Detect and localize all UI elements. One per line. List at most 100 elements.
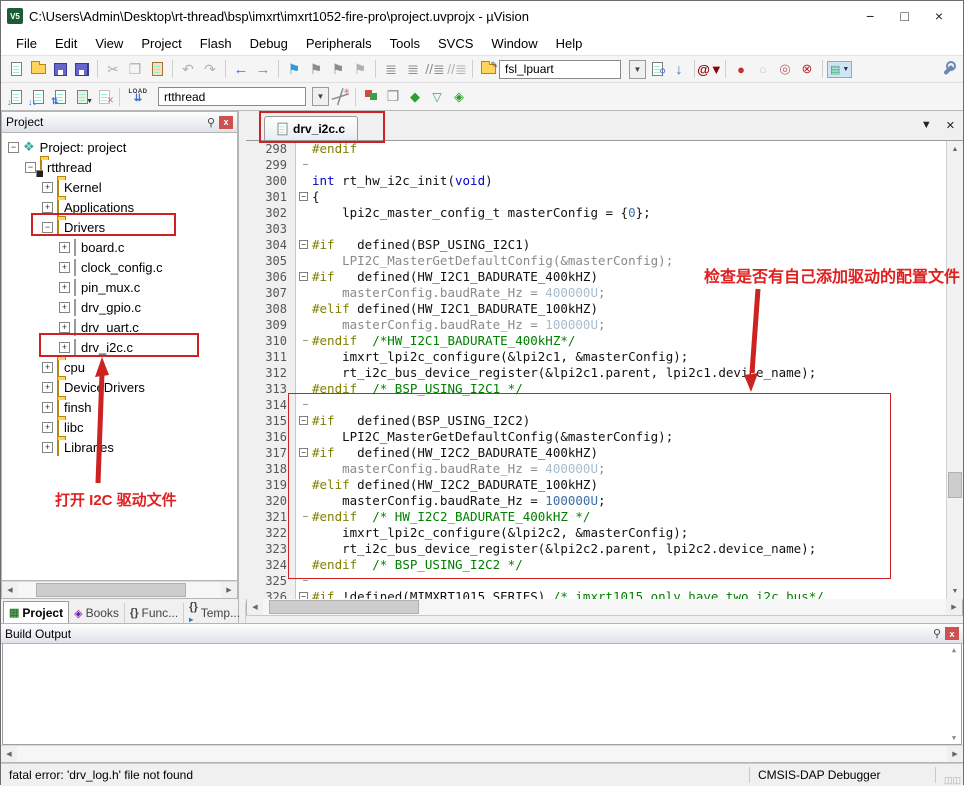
tree-item-libc[interactable]: +libc [2, 417, 237, 437]
bookmark-clear-button[interactable]: ⚑ [349, 59, 371, 79]
scroll-right-icon[interactable]: ▶ [946, 599, 962, 615]
scroll-left-icon[interactable]: ◀ [247, 599, 263, 615]
tab-list-dropdown-icon[interactable]: ▼ [921, 119, 932, 132]
menu-project[interactable]: Project [132, 33, 190, 54]
code-line-316[interactable]: 316 LPI2C_MasterGetDefaultConfig(&master… [246, 429, 963, 445]
code-line-319[interactable]: 319#elif defined(HW_I2C2_BADURATE_100kHZ… [246, 477, 963, 493]
comment-button[interactable]: //≣ [424, 59, 446, 79]
project-tree-hscrollbar[interactable]: ◀ ▶ [1, 581, 238, 599]
scroll-right-icon[interactable]: ▶ [947, 746, 963, 762]
code-line-312[interactable]: 312 rt_i2c_bus_device_register(&lpi2c1.p… [246, 365, 963, 381]
tree-item-clock-config-c[interactable]: +clock_config.c [2, 257, 237, 277]
fold-margin[interactable]: − [296, 237, 312, 253]
code-line-301[interactable]: 301−{ [246, 189, 963, 205]
maximize-button[interactable]: □ [900, 8, 908, 24]
download-button[interactable]: LOAD⇊ [124, 87, 152, 107]
pin-icon[interactable]: ⚲ [933, 627, 941, 640]
stop-build-button[interactable]: ✕ [93, 87, 115, 107]
expand-icon[interactable]: − [25, 162, 36, 173]
fold-margin[interactable]: − [296, 269, 312, 285]
scroll-thumb[interactable] [36, 583, 186, 597]
multi-diamond-icon[interactable]: ◈ [448, 87, 470, 107]
save-button[interactable] [49, 59, 71, 79]
uncomment-button[interactable]: //≣ [446, 59, 468, 79]
tree-item-finsh[interactable]: +finsh [2, 397, 237, 417]
workspace-tab-books[interactable]: ◈Books [69, 603, 125, 623]
fold-margin[interactable]: − [296, 413, 312, 429]
expand-icon[interactable]: + [42, 202, 53, 213]
scroll-up-icon[interactable]: ▲ [947, 141, 963, 157]
open-file-button[interactable] [27, 59, 49, 79]
tree-item-drv-uart-c[interactable]: +drv_uart.c [2, 317, 237, 337]
search-dropdown-button[interactable]: ▼ [629, 60, 646, 79]
bookmark-next-button[interactable]: ⚑ [327, 59, 349, 79]
code-line-300[interactable]: 300int rt_hw_i2c_init(void) [246, 173, 963, 189]
code-line-322[interactable]: 322 imxrt_lpi2c_configure(&lpi2c2, &mast… [246, 525, 963, 541]
manage-components-icon[interactable] [360, 87, 382, 107]
find-at-symbol-button[interactable]: @▼ [699, 59, 721, 79]
workspace-tab-func[interactable]: {}Func... [125, 603, 184, 623]
expand-icon[interactable]: + [42, 402, 53, 413]
expand-icon[interactable]: + [42, 382, 53, 393]
bookmark-toggle-button[interactable]: ⚑ [283, 59, 305, 79]
scroll-right-icon[interactable]: ▶ [221, 582, 237, 598]
tree-item-project-project[interactable]: −❖Project: project [2, 137, 237, 157]
code-line-304[interactable]: 304−#if defined(BSP_USING_I2C1) [246, 237, 963, 253]
workspace-tab-temp[interactable]: {}▸Temp... [184, 603, 246, 623]
scroll-left-icon[interactable]: ◀ [1, 746, 17, 762]
target-dropdown-button[interactable]: ▼ [312, 87, 329, 106]
tree-item-libraries[interactable]: +Libraries [2, 437, 237, 457]
fold-margin[interactable]: − [296, 589, 312, 599]
build-output-vscrollbar[interactable]: ▲ ▼ [947, 644, 961, 744]
scroll-down-icon[interactable]: ▼ [947, 583, 963, 599]
code-line-299[interactable]: 299 [246, 157, 963, 173]
menu-file[interactable]: File [7, 33, 46, 54]
code-line-323[interactable]: 323 rt_i2c_bus_device_register(&lpi2c2.p… [246, 541, 963, 557]
menu-peripherals[interactable]: Peripherals [297, 33, 381, 54]
expand-icon[interactable]: − [8, 142, 19, 153]
code-line-313[interactable]: 313#endif /* BSP_USING_I2C1 */ [246, 381, 963, 397]
code-line-315[interactable]: 315−#if defined(BSP_USING_I2C2) [246, 413, 963, 429]
tree-item-applications[interactable]: +Applications [2, 197, 237, 217]
code-line-321[interactable]: 321#endif /* HW_I2C2_BADURATE_400kHZ */ [246, 509, 963, 525]
target-options-wand-icon[interactable]: ╳✳ [329, 87, 351, 107]
tree-item-drv-gpio-c[interactable]: +drv_gpio.c [2, 297, 237, 317]
code-line-326[interactable]: 326−#if !defined(MIMXRT1015_SERIES) /* i… [246, 589, 963, 599]
expand-icon[interactable]: + [42, 422, 53, 433]
breakpoint-enable-button[interactable]: ○ [752, 59, 774, 79]
scroll-thumb[interactable] [269, 600, 419, 614]
code-line-307[interactable]: 307 masterConfig.baudRate_Hz = 400000U; [246, 285, 963, 301]
close-button[interactable]: × [935, 8, 943, 24]
target-select[interactable]: rtthread [158, 87, 306, 106]
menu-tools[interactable]: Tools [381, 33, 429, 54]
workspace-tab-project[interactable]: ▦Project [3, 601, 69, 623]
scroll-up-icon[interactable]: ▲ [952, 646, 956, 654]
code-line-325[interactable]: 325 [246, 573, 963, 589]
code-line-324[interactable]: 324#endif /* BSP_USING_I2C2 */ [246, 557, 963, 573]
code-view[interactable]: 298#endif299300int rt_hw_i2c_init(void)3… [246, 141, 963, 599]
scroll-left-icon[interactable]: ◀ [2, 582, 18, 598]
scroll-down-icon[interactable]: ▼ [952, 734, 956, 742]
search-input[interactable]: fsl_lpuart [499, 60, 621, 79]
code-line-317[interactable]: 317−#if defined(HW_I2C2_BADURATE_400kHZ) [246, 445, 963, 461]
menu-flash[interactable]: Flash [191, 33, 241, 54]
tree-item-devicedrivers[interactable]: +DeviceDrivers [2, 377, 237, 397]
multiple-windows-icon[interactable]: ❐ [382, 87, 404, 107]
expand-icon[interactable]: + [59, 282, 70, 293]
manage-run-time-icon[interactable]: ◆ [404, 87, 426, 107]
pin-icon[interactable]: ⚲ [207, 116, 215, 129]
navigate-back-button[interactable]: ← [230, 59, 252, 79]
redo-button[interactable]: ↷ [199, 59, 221, 79]
code-line-303[interactable]: 303 [246, 221, 963, 237]
copy-icon[interactable]: ❐ [124, 59, 146, 79]
navigate-forward-button[interactable]: → [252, 59, 274, 79]
breakpoint-kill-all-button[interactable]: ⊗ [796, 59, 818, 79]
menu-debug[interactable]: Debug [241, 33, 297, 54]
batch-build-button[interactable]: ▼ [71, 87, 93, 107]
tree-item-board-c[interactable]: +board.c [2, 237, 237, 257]
expand-icon[interactable]: + [42, 362, 53, 373]
vertical-splitter[interactable] [239, 111, 246, 623]
build-output-hscrollbar[interactable]: ◀ ▶ [1, 745, 963, 763]
configure-wrench-button[interactable] [937, 59, 959, 79]
tree-item-kernel[interactable]: +Kernel [2, 177, 237, 197]
